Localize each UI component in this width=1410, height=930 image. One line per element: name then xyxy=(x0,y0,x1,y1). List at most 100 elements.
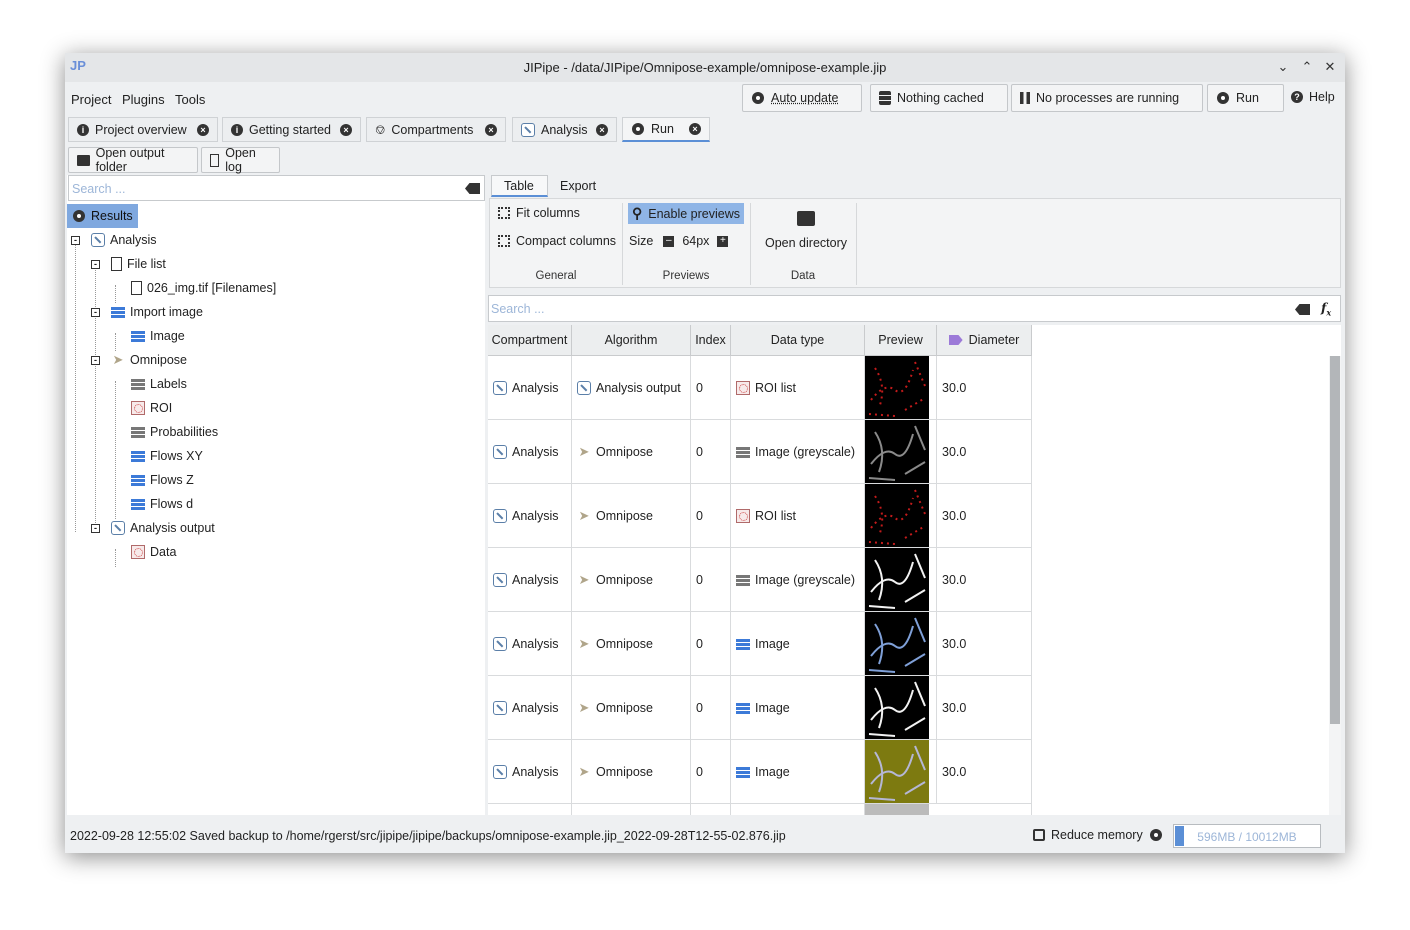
increase-size-button[interactable]: + xyxy=(717,235,729,247)
tree-node-probabilities[interactable]: Probabilities xyxy=(131,421,218,443)
close-tab-icon[interactable]: × xyxy=(596,123,608,136)
tree-node-results[interactable]: Results xyxy=(67,204,138,228)
preview-thumbnail[interactable] xyxy=(865,356,929,419)
fit-columns-button[interactable]: Fit columns xyxy=(498,206,580,220)
column-header-compartment[interactable]: Compartment xyxy=(488,325,572,356)
scrollbar-thumb[interactable] xyxy=(1330,356,1340,724)
tree-node-label: Flows Z xyxy=(150,473,194,487)
preview-thumbnail[interactable] xyxy=(865,612,929,675)
tree-node-data[interactable]: Data xyxy=(131,541,176,563)
close-tab-icon[interactable]: × xyxy=(689,123,701,135)
column-header-diameter[interactable]: Diameter xyxy=(937,325,1032,356)
collapse-icon[interactable]: - xyxy=(91,308,100,317)
tree-node-label: Probabilities xyxy=(150,425,219,439)
table-search-input[interactable]: Search ... fx xyxy=(488,295,1341,322)
column-header-data-type[interactable]: Data type xyxy=(731,325,865,356)
tab-run[interactable]: Run × xyxy=(622,117,710,142)
close-tab-icon[interactable]: × xyxy=(485,123,497,136)
decrease-size-button[interactable]: – xyxy=(663,235,675,247)
close-tab-icon[interactable]: × xyxy=(340,123,352,136)
preview-thumbnail[interactable] xyxy=(865,676,929,739)
menu-tools[interactable]: Tools xyxy=(175,92,205,107)
menu-project[interactable]: Project xyxy=(71,92,111,107)
table-row[interactable]: Analysis ➤ Omnipose 0 ROI list 30.0 xyxy=(488,484,1032,548)
table-scrollbar[interactable] xyxy=(1329,356,1341,815)
collapse-icon[interactable]: - xyxy=(91,524,100,533)
table-row[interactable]: Analysis ➤ Omnipose 0 Image 30.0 xyxy=(488,676,1032,740)
compact-columns-button[interactable]: Compact columns xyxy=(498,234,616,248)
column-header-index[interactable]: Index xyxy=(691,325,731,356)
collapse-icon[interactable]: - xyxy=(91,260,100,269)
enable-previews-toggle[interactable]: ⚲ Enable previews xyxy=(628,203,744,224)
run-button[interactable]: Run xyxy=(1207,84,1284,112)
tree-node-flows-z[interactable]: Flows Z xyxy=(131,469,194,491)
preview-thumbnail[interactable] xyxy=(865,740,929,803)
tree-search-input[interactable]: Search ... xyxy=(68,175,485,201)
minimize-icon[interactable]: ⌄ xyxy=(1275,59,1291,75)
auto-update-button[interactable]: Auto update xyxy=(742,84,862,112)
tab-export[interactable]: Export xyxy=(548,175,606,197)
gear-icon[interactable] xyxy=(1149,828,1163,842)
tree-node-labels[interactable]: Labels xyxy=(131,373,187,395)
preview-thumbnail[interactable] xyxy=(865,420,929,483)
tab-getting-started[interactable]: i Getting started × xyxy=(222,117,361,142)
tree-node-omnipose[interactable]: ➤ Omnipose xyxy=(111,349,187,371)
cell-data-type xyxy=(731,804,865,815)
preview-thumbnail[interactable] xyxy=(865,548,929,611)
maximize-icon[interactable]: ⌃ xyxy=(1299,59,1315,75)
table-row[interactable]: Analysis ➤ Omnipose 0 Image (greyscale) 30.0 xyxy=(488,548,1032,612)
compartment-icon xyxy=(91,233,105,247)
tree-node-label: Data xyxy=(150,545,177,559)
tab-label: Project overview xyxy=(95,122,187,137)
reduce-memory-button[interactable]: Reduce memory xyxy=(1033,828,1163,842)
processes-button[interactable]: No processes are running xyxy=(1011,84,1203,112)
tree-node-file-item[interactable]: 026_img.tif [Filenames] xyxy=(131,277,276,299)
table-row[interactable]: Analysis Analysis output 0 ROI list 30.0 xyxy=(488,356,1032,420)
cell-diameter: 30.0 xyxy=(937,676,1032,739)
data-type-icon xyxy=(736,764,750,779)
tree-node-flows-d[interactable]: Flows d xyxy=(131,493,193,515)
cell-text: 0 xyxy=(696,636,703,651)
tree-node-roi[interactable]: ROI xyxy=(131,397,172,419)
expression-icon[interactable]: fx xyxy=(1321,300,1331,318)
cache-button[interactable]: Nothing cached xyxy=(870,84,1008,112)
collapse-icon[interactable]: - xyxy=(91,356,100,365)
column-header-algorithm[interactable]: Algorithm xyxy=(572,325,691,356)
table-row[interactable]: Analysis ➤ Omnipose 0 Image 30.0 xyxy=(488,740,1032,804)
greyscale-layers-icon xyxy=(131,377,145,391)
clear-search-icon[interactable] xyxy=(465,183,480,194)
cell-text: Analysis xyxy=(512,764,559,779)
tree-node-analysis-output[interactable]: Analysis output xyxy=(111,517,215,539)
open-directory-button[interactable]: Open directory xyxy=(756,211,856,250)
table-row[interactable]: Analysis ➤ Omnipose 0 Image (greyscale) 30.0 xyxy=(488,420,1032,484)
tab-analysis[interactable]: Analysis × xyxy=(512,117,617,142)
collapse-icon[interactable]: - xyxy=(71,236,80,245)
clear-search-icon[interactable] xyxy=(1295,304,1310,315)
preview-thumbnail[interactable] xyxy=(865,804,929,815)
open-output-folder-button[interactable]: Open output folder xyxy=(68,146,198,174)
tab-table[interactable]: Table xyxy=(491,175,548,197)
tag-icon xyxy=(948,335,963,345)
tree-node-label: Flows d xyxy=(150,497,194,511)
table-row[interactable]: Analysis ➤ Omnipose 0 Image 30.0 xyxy=(488,612,1032,676)
close-tab-icon[interactable]: × xyxy=(197,123,209,136)
table-row-partial[interactable] xyxy=(488,804,1032,815)
preview-thumbnail[interactable] xyxy=(865,484,929,547)
tree-node-image[interactable]: Image xyxy=(131,325,185,347)
tree-node-import-image[interactable]: Import image xyxy=(111,301,203,323)
cell-text: Analysis xyxy=(512,636,559,651)
open-log-button[interactable]: Open log xyxy=(201,146,280,174)
tree-node-analysis[interactable]: Analysis xyxy=(91,229,157,251)
compact-columns-icon xyxy=(498,235,510,247)
cell-compartment xyxy=(488,804,572,815)
help-button[interactable]: ? Help xyxy=(1291,90,1335,104)
cell-algorithm: ➤ Omnipose xyxy=(572,548,691,611)
tree-node-flows-xy[interactable]: Flows XY xyxy=(131,445,203,467)
column-header-preview[interactable]: Preview xyxy=(865,325,937,356)
tab-project-overview[interactable]: i Project overview × xyxy=(68,117,218,142)
tab-compartments[interactable]: ⎊ Compartments × xyxy=(366,117,506,142)
menu-plugins[interactable]: Plugins xyxy=(122,92,165,107)
close-window-icon[interactable]: ✕ xyxy=(1322,59,1338,75)
tree-node-file-list[interactable]: File list xyxy=(111,253,166,275)
cell-text: 30.0 xyxy=(942,444,967,459)
